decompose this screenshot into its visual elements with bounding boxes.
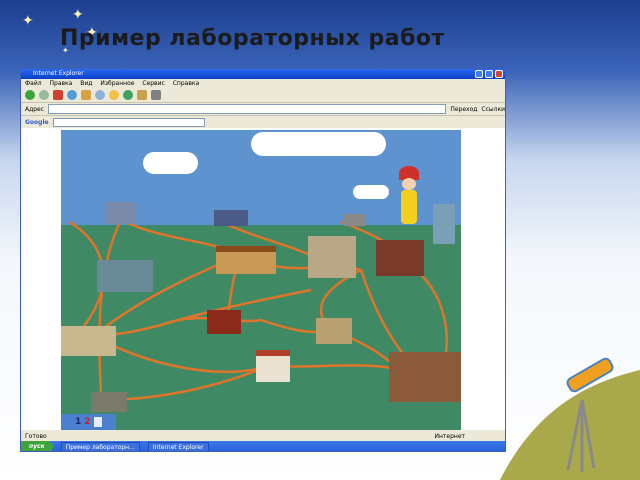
close-button[interactable] <box>495 70 503 78</box>
page-content: 1 2 <box>21 128 505 430</box>
house-icon[interactable] <box>61 326 116 356</box>
house-icon[interactable] <box>316 318 352 344</box>
menu-item-tools[interactable]: Сервис <box>142 80 164 87</box>
skyscraper-icon[interactable] <box>433 204 455 244</box>
factory-icon[interactable] <box>97 260 153 292</box>
status-text: Готово <box>25 433 47 440</box>
house-icon[interactable] <box>216 246 276 274</box>
forward-icon[interactable] <box>39 90 49 100</box>
star-icon: ✦ <box>22 13 34 29</box>
mansion-icon[interactable] <box>389 352 461 402</box>
building-icon[interactable] <box>214 210 248 226</box>
status-bar: Готово Интернет <box>21 432 505 441</box>
menu-item-favorites[interactable]: Избранное <box>100 80 134 87</box>
tower-icon[interactable] <box>308 236 356 278</box>
address-label: Адрес <box>25 105 45 113</box>
home-icon[interactable] <box>81 90 91 100</box>
start-button[interactable]: пуск <box>21 441 53 451</box>
star-icon: ✦ <box>72 7 84 23</box>
maximize-button[interactable] <box>485 70 493 78</box>
stop-icon[interactable] <box>53 90 63 100</box>
menu-bar: Файл Правка Вид Избранное Сервис Справка <box>21 79 505 88</box>
search-icon[interactable] <box>95 90 105 100</box>
zone-text: Интернет <box>434 433 465 440</box>
building-icon[interactable] <box>106 202 136 224</box>
menu-item-view[interactable]: Вид <box>80 80 92 87</box>
favorites-icon[interactable] <box>109 90 119 100</box>
address-input[interactable] <box>48 104 447 114</box>
links-label[interactable]: Ссылки <box>481 106 505 113</box>
level-3-button[interactable] <box>93 417 102 427</box>
level-selector: 1 2 <box>61 414 116 430</box>
slide-title: Пример лабораторных работ <box>60 26 445 51</box>
mail-icon[interactable] <box>137 90 147 100</box>
level-2-button[interactable]: 2 <box>84 417 90 427</box>
back-icon[interactable] <box>25 90 35 100</box>
cottage-icon[interactable] <box>91 392 127 412</box>
castle-icon[interactable] <box>376 240 424 276</box>
browser-window: Internet Explorer Файл Правка Вид Избран… <box>20 68 506 452</box>
house-icon[interactable] <box>256 350 290 382</box>
building-icon[interactable] <box>344 214 366 226</box>
minimize-button[interactable] <box>475 70 483 78</box>
window-title: Internet Explorer <box>33 70 84 77</box>
telescope-icon <box>500 357 640 480</box>
menu-item-file[interactable]: Файл <box>25 80 42 87</box>
menu-item-help[interactable]: Справка <box>173 80 199 87</box>
address-bar: Адрес Переход Ссылки <box>21 103 505 116</box>
history-icon[interactable] <box>123 90 133 100</box>
barn-icon[interactable] <box>207 310 241 334</box>
window-titlebar: Internet Explorer <box>21 69 505 79</box>
game-scene[interactable]: 1 2 <box>61 130 461 430</box>
jester-icon[interactable] <box>391 166 427 228</box>
google-search-input[interactable] <box>52 117 205 127</box>
refresh-icon[interactable] <box>67 90 77 100</box>
level-1-button[interactable]: 1 <box>75 417 81 427</box>
toolbar <box>21 88 505 103</box>
print-icon[interactable] <box>151 90 161 100</box>
google-logo: Google <box>25 118 49 126</box>
go-button[interactable]: Переход <box>450 106 477 113</box>
taskbar-item[interactable]: Пример лабораторн... <box>60 441 140 451</box>
taskbar: пуск Пример лабораторн... Internet Explo… <box>21 441 505 451</box>
menu-item-edit[interactable]: Правка <box>50 80 73 87</box>
taskbar-item[interactable]: Internet Explorer <box>147 441 209 451</box>
